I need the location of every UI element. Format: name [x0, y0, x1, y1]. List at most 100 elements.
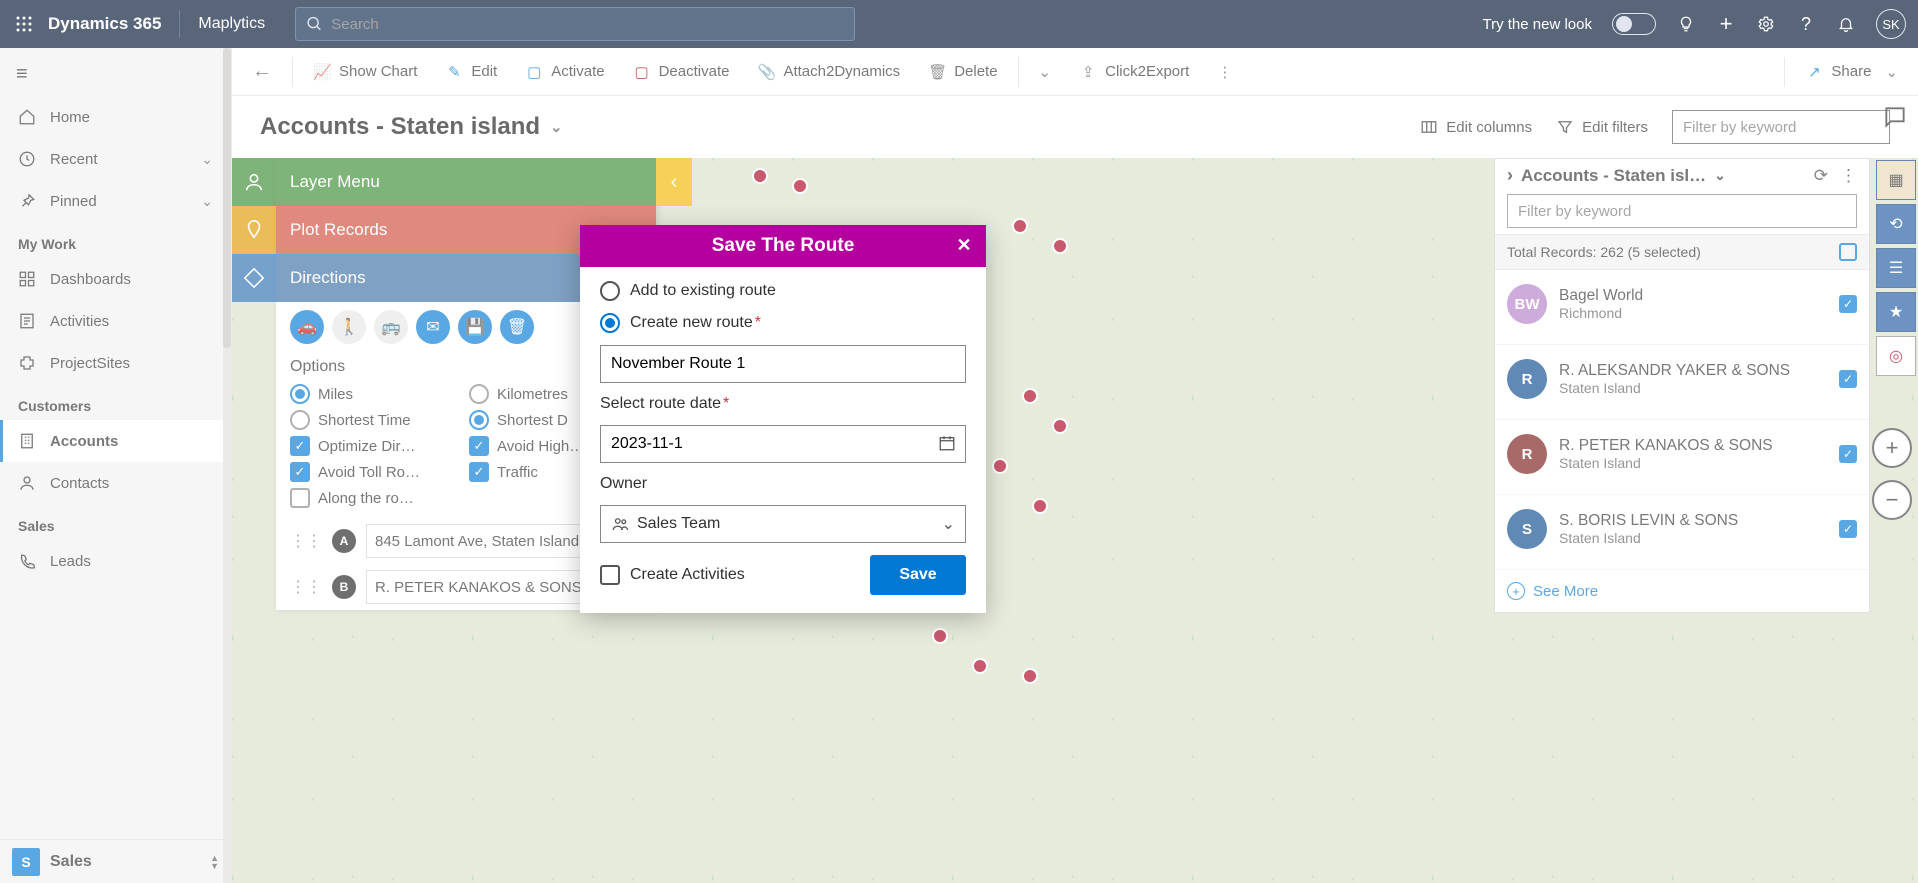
deactivate-button[interactable]: ▢Deactivate: [621, 54, 742, 90]
bell-icon[interactable]: [1836, 14, 1856, 34]
route-name-input[interactable]: [600, 345, 966, 383]
gear-icon[interactable]: [1756, 14, 1776, 34]
stop-b-text[interactable]: R. PETER KANAKOS & SONS: 3: [366, 570, 611, 604]
activate-button[interactable]: ▢Activate: [513, 54, 616, 90]
opt-shortest-time[interactable]: Shortest Time: [290, 410, 463, 430]
chevron-right-icon[interactable]: ›: [1507, 165, 1513, 186]
map-style-icon[interactable]: ▦: [1876, 160, 1916, 200]
nav-accounts[interactable]: Accounts: [0, 420, 231, 462]
hamburger-icon[interactable]: ≡: [0, 52, 231, 96]
trynew-toggle[interactable]: [1612, 13, 1656, 35]
updown-icon: ▲▼: [210, 854, 219, 870]
record-checkbox[interactable]: ✓: [1839, 370, 1857, 388]
create-activities-checkbox[interactable]: Create Activities: [600, 565, 745, 585]
car-icon[interactable]: 🚗: [290, 310, 324, 344]
save-icon[interactable]: 💾: [458, 310, 492, 344]
radio-create-new[interactable]: Create new route*: [600, 313, 966, 333]
directions-tab-icon[interactable]: [232, 254, 276, 302]
app-name[interactable]: Maplytics: [198, 15, 265, 33]
area-picker[interactable]: S Sales ▲▼: [0, 839, 231, 883]
lightbulb-icon[interactable]: [1676, 14, 1696, 34]
app-launcher-icon[interactable]: [12, 12, 36, 36]
record-checkbox[interactable]: ✓: [1839, 520, 1857, 538]
delete-route-icon[interactable]: 🗑: [500, 310, 534, 344]
save-button[interactable]: Save: [870, 555, 966, 595]
zoom-in-button[interactable]: +: [1872, 428, 1912, 468]
edit-button[interactable]: ✎Edit: [433, 54, 509, 90]
edit-columns[interactable]: Edit columns: [1420, 118, 1532, 136]
refresh-icon[interactable]: ⟳: [1814, 166, 1828, 186]
rail-list-icon[interactable]: ☰: [1876, 248, 1916, 288]
chat-icon[interactable]: [1882, 104, 1908, 135]
keyword-filter-input[interactable]: [1672, 110, 1890, 144]
record-row[interactable]: BW Bagel World Richmond ✓: [1495, 270, 1869, 345]
global-search[interactable]: [295, 7, 855, 41]
rail-target-icon[interactable]: ◎: [1876, 336, 1916, 376]
divider: [1784, 57, 1785, 87]
nav-projectsites[interactable]: ProjectSites: [0, 342, 231, 384]
walk-icon[interactable]: 🚶: [332, 310, 366, 344]
nav-dashboards[interactable]: Dashboards: [0, 258, 231, 300]
deactivate-icon: ▢: [633, 63, 651, 81]
selectall-checkbox[interactable]: [1839, 243, 1857, 261]
transit-icon[interactable]: 🚌: [374, 310, 408, 344]
opt-avoid-toll[interactable]: ✓Avoid Toll Ro…: [290, 462, 463, 482]
opt-along-route[interactable]: ✓Along the ro…: [290, 488, 463, 508]
owner-label: Owner: [600, 475, 966, 493]
showchart-button[interactable]: 📈Show Chart: [301, 54, 429, 90]
record-checkbox[interactable]: ✓: [1839, 295, 1857, 313]
calendar-icon[interactable]: [938, 434, 956, 457]
collapse-panel-button[interactable]: ‹: [656, 158, 692, 206]
delete-button[interactable]: 🗑Delete: [916, 54, 1009, 90]
rail-directions-icon[interactable]: ⟲: [1876, 204, 1916, 244]
opt-miles[interactable]: Miles: [290, 384, 463, 404]
activate-icon: ▢: [525, 63, 543, 81]
radio-add-existing[interactable]: Add to existing route: [600, 281, 966, 301]
nav-leads[interactable]: Leads: [0, 540, 231, 582]
record-row[interactable]: S S. BORIS LEVIN & SONS Staten Island ✓: [1495, 495, 1869, 570]
route-date-input[interactable]: [600, 425, 966, 463]
nav-activities[interactable]: Activities: [0, 300, 231, 342]
back-button[interactable]: ←: [240, 54, 284, 90]
global-search-input[interactable]: [331, 16, 844, 33]
mail-icon[interactable]: ✉: [416, 310, 450, 344]
record-checkbox[interactable]: ✓: [1839, 445, 1857, 463]
nav-contacts[interactable]: Contacts: [0, 462, 231, 504]
close-icon[interactable]: ✕: [952, 233, 976, 257]
records-filter-input[interactable]: [1507, 194, 1857, 228]
drag-icon[interactable]: ⋮⋮: [290, 531, 322, 551]
drag-icon[interactable]: ⋮⋮: [290, 577, 322, 597]
records-title[interactable]: Accounts - Staten isl…: [1521, 166, 1706, 186]
owner-lookup[interactable]: Sales Team ⌄: [600, 505, 966, 543]
record-row[interactable]: R R. ALEKSANDR YAKER & SONS Staten Islan…: [1495, 345, 1869, 420]
delete-split-chevron[interactable]: ⌄: [1027, 54, 1064, 90]
plot-tab-icon[interactable]: [232, 206, 276, 254]
attach-button[interactable]: 📎Attach2Dynamics: [745, 54, 912, 90]
nav-home[interactable]: Home: [0, 96, 231, 138]
nav-scrollbar[interactable]: [223, 48, 231, 883]
help-icon[interactable]: ?: [1796, 14, 1816, 34]
record-avatar: BW: [1507, 284, 1547, 324]
overflow-button[interactable]: ⋮: [1205, 54, 1244, 90]
share-button[interactable]: ↗Share⌄: [1793, 54, 1910, 90]
columns-icon: [1420, 118, 1438, 136]
opt-optimize[interactable]: ✓Optimize Dir…: [290, 436, 463, 456]
divider: [1018, 57, 1019, 87]
rail-star-icon[interactable]: ★: [1876, 292, 1916, 332]
edit-filters[interactable]: Edit filters: [1556, 118, 1648, 136]
team-icon: [611, 515, 629, 533]
nav-home-label: Home: [50, 109, 90, 126]
zoom-out-button[interactable]: −: [1872, 480, 1912, 520]
layer-tab-icon[interactable]: [232, 158, 276, 206]
plus-icon[interactable]: +: [1716, 14, 1736, 34]
nav-recent[interactable]: Recent ⌄: [0, 138, 231, 180]
nav-pinned[interactable]: Pinned ⌄: [0, 180, 231, 222]
view-title[interactable]: Accounts - Staten island ⌄: [260, 113, 563, 141]
more-icon[interactable]: ⋮: [1840, 166, 1857, 186]
user-avatar[interactable]: SK: [1876, 9, 1906, 39]
see-more[interactable]: + See More: [1495, 570, 1869, 612]
layer-menu-header[interactable]: Layer Menu: [276, 158, 656, 206]
click2export-button[interactable]: ⇪Click2Export: [1067, 54, 1201, 90]
record-row[interactable]: R R. PETER KANAKOS & SONS Staten Island …: [1495, 420, 1869, 495]
chevron-down-icon[interactable]: ⌄: [1714, 167, 1726, 184]
